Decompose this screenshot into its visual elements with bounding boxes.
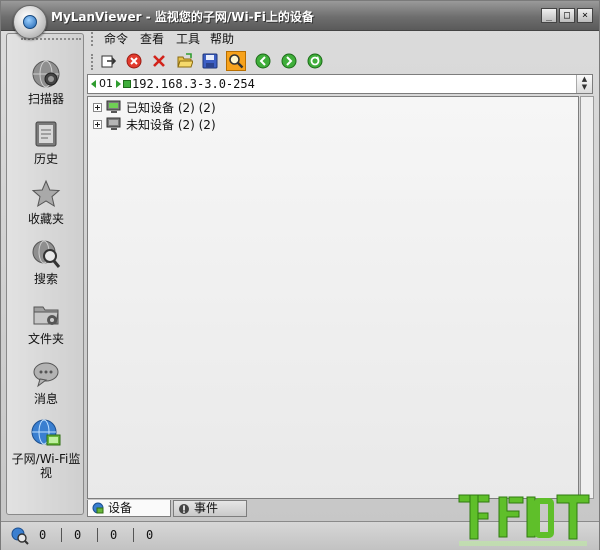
status-count-2: 0 xyxy=(74,528,82,542)
sidebar-item-folders[interactable]: 文件夹 xyxy=(7,298,85,346)
menu-grip[interactable] xyxy=(91,32,94,46)
expand-toggle-icon[interactable] xyxy=(93,102,102,112)
sidebar-item-favorites[interactable]: 收藏夹 xyxy=(7,178,85,226)
sidebar-item-search[interactable]: 搜索 xyxy=(7,238,85,286)
sidebar: 扫描器 历史 收藏夹 搜索 文件夹 消息 子网/Wi-Fi监视 xyxy=(6,33,84,515)
status-separator xyxy=(133,528,134,542)
arrow-left-icon xyxy=(255,53,271,69)
address-spin-button[interactable]: ▲ ▼ xyxy=(576,75,592,93)
status-count-3: 0 xyxy=(110,528,118,542)
tab-events[interactable]: 事件 xyxy=(173,500,247,517)
magnifier-icon xyxy=(229,54,244,69)
unknown-devices-icon xyxy=(106,117,121,130)
message-bubble-icon xyxy=(33,362,59,388)
address-prev-icon[interactable] xyxy=(91,80,97,88)
export-button[interactable] xyxy=(99,51,119,71)
status-separator xyxy=(61,528,62,542)
sidebar-label-folders: 文件夹 xyxy=(27,332,64,346)
app-logo-icon[interactable] xyxy=(13,5,47,39)
status-separator xyxy=(97,528,98,542)
search-globe-icon xyxy=(32,240,61,268)
app-window: MyLanViewer - 监视您的子网/Wi-Fi上的设备 _ □ × 扫描器 xyxy=(0,0,600,550)
window-title: MyLanViewer - 监视您的子网/Wi-Fi上的设备 xyxy=(51,10,314,24)
sidebar-item-messages[interactable]: 消息 xyxy=(7,358,85,406)
close-button[interactable]: × xyxy=(577,8,593,23)
back-button[interactable] xyxy=(253,51,273,71)
address-input[interactable]: 192.168.3-3.0-254 xyxy=(132,77,255,92)
sidebar-label-favorites: 收藏夹 xyxy=(27,212,64,226)
events-tab-icon xyxy=(179,503,189,514)
menu-bar: 命令 查看 工具 帮助 xyxy=(87,29,597,49)
address-stop-icon[interactable] xyxy=(123,80,131,88)
menu-tools[interactable]: 工具 xyxy=(173,31,203,47)
address-prefix: 01 xyxy=(99,77,113,90)
open-folder-icon xyxy=(177,53,193,68)
sidebar-label-scanner: 扫描器 xyxy=(27,92,64,106)
sidebar-label-history: 历史 xyxy=(33,152,58,166)
address-bar[interactable]: 01 192.168.3-3.0-254 ▲ ▼ xyxy=(87,74,593,94)
toolbar-grip[interactable] xyxy=(91,54,94,70)
scanner-globe-icon xyxy=(32,60,60,88)
address-nav: 01 xyxy=(91,78,131,90)
tree-row-known-devices[interactable]: 已知设备 (2) (2) xyxy=(93,99,216,115)
open-folder-button[interactable] xyxy=(175,51,195,71)
delete-x-icon xyxy=(153,55,165,67)
menu-view[interactable]: 查看 xyxy=(137,31,167,47)
address-next-icon[interactable] xyxy=(115,80,121,88)
tree-label-known: 已知设备 (2) (2) xyxy=(126,100,216,115)
network-search-icon xyxy=(11,527,29,545)
sidebar-label-subnet-monitor: 子网/Wi-Fi监视 xyxy=(11,452,81,480)
tab-devices[interactable]: 设备 xyxy=(87,500,171,517)
device-tree: 已知设备 (2) (2) 未知设备 (2) (2) xyxy=(87,96,579,499)
status-count-1: 0 xyxy=(39,528,47,542)
known-devices-icon xyxy=(106,100,121,113)
minimize-button[interactable]: _ xyxy=(541,8,557,23)
toolbar xyxy=(87,50,597,73)
refresh-button[interactable] xyxy=(305,51,325,71)
subnet-monitor-icon xyxy=(31,419,61,446)
maximize-button[interactable]: □ xyxy=(559,8,575,23)
save-button[interactable] xyxy=(200,51,220,71)
site-watermark-logo xyxy=(458,494,590,546)
tab-label-devices: 设备 xyxy=(108,500,133,515)
tree-row-unknown-devices[interactable]: 未知设备 (2) (2) xyxy=(93,116,216,132)
tree-label-unknown: 未知设备 (2) (2) xyxy=(126,117,216,132)
sidebar-label-search: 搜索 xyxy=(33,272,58,286)
tree-vertical-scrollbar[interactable] xyxy=(580,96,594,499)
save-disk-icon xyxy=(202,53,218,69)
refresh-icon xyxy=(307,53,323,69)
export-icon xyxy=(101,55,117,68)
devices-tab-icon xyxy=(92,502,104,514)
shared-folder-icon xyxy=(33,306,59,325)
sidebar-item-subnet-monitor[interactable]: 子网/Wi-Fi监视 xyxy=(7,418,85,480)
sidebar-item-history[interactable]: 历史 xyxy=(7,118,85,166)
forward-button[interactable] xyxy=(279,51,299,71)
sidebar-label-messages: 消息 xyxy=(33,392,58,406)
window-controls: _ □ × xyxy=(541,8,593,23)
expand-toggle-icon[interactable] xyxy=(93,119,102,129)
stop-circle-icon xyxy=(126,53,142,69)
favorites-star-icon xyxy=(31,179,61,208)
history-book-icon xyxy=(35,121,57,147)
title-bar[interactable]: MyLanViewer - 监视您的子网/Wi-Fi上的设备 _ □ × xyxy=(1,1,599,31)
arrow-right-icon xyxy=(281,53,297,69)
find-button[interactable] xyxy=(226,51,246,71)
tab-label-events: 事件 xyxy=(194,501,219,515)
menu-command[interactable]: 命令 xyxy=(101,31,131,47)
stop-button[interactable] xyxy=(124,51,144,71)
sidebar-item-scanner[interactable]: 扫描器 xyxy=(7,58,85,106)
delete-button[interactable] xyxy=(149,51,169,71)
menu-help[interactable]: 帮助 xyxy=(207,31,237,47)
status-count-4: 0 xyxy=(146,528,154,542)
